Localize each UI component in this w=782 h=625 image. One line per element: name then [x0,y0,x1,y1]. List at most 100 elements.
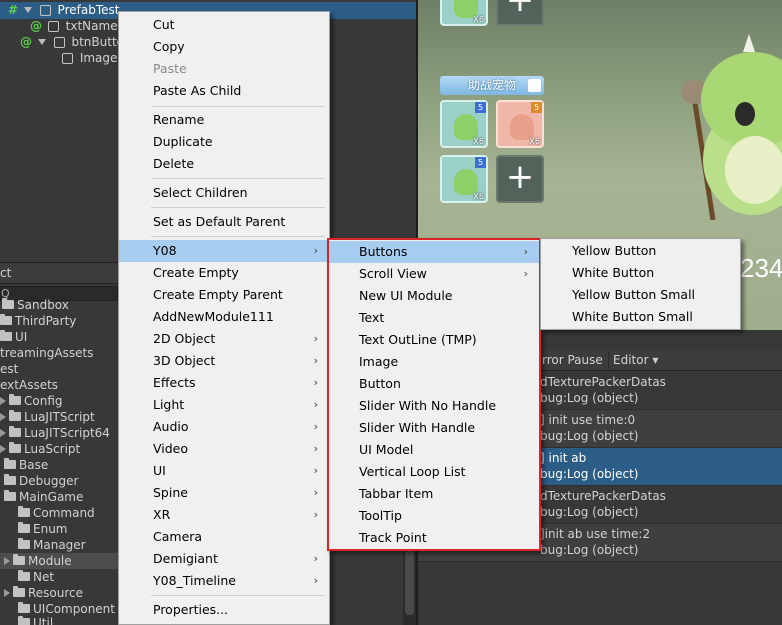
menu-item-camera[interactable]: Camera [119,526,329,548]
project-folder-maingame[interactable]: MainGame [4,489,83,505]
menu-item-addnewmodule111[interactable]: AddNewModule111 [119,306,329,328]
menu-item-set-default-parent[interactable]: Set as Default Parent [119,211,329,233]
menu-item-white-button-small[interactable]: White Button Small [541,306,740,328]
menu-item-ui-model[interactable]: UI Model [329,439,539,461]
project-folder-test[interactable]: est [0,361,18,377]
project-folder-luascript[interactable]: LuaScript [0,441,80,457]
pet-bar-header[interactable]: 助战宠物 [440,76,544,95]
menu-separator [151,106,325,107]
menu-item-button[interactable]: Button [329,373,539,395]
menu-item-new-ui-module[interactable]: New UI Module [329,285,539,307]
expand-arrow-icon[interactable] [4,557,10,565]
menu-item-select-children[interactable]: Select Children [119,182,329,204]
project-folder-manager[interactable]: Manager [18,537,86,553]
menu-item-label: Audio [153,419,189,434]
expand-arrow-icon[interactable] [0,413,6,421]
menu-item-y08[interactable]: Y08 › [119,240,329,262]
pet-slot[interactable]: 5 X6 [440,155,488,203]
pet-slot[interactable]: 5 X6 [496,100,544,148]
folder-icon [18,522,30,533]
folder-label: MainGame [19,490,84,504]
hierarchy-item-image[interactable]: Image [62,50,117,67]
menu-item-create-empty-parent[interactable]: Create Empty Parent [119,284,329,306]
project-folder-streamingassets[interactable]: treamingAssets [0,345,93,361]
menu-item-text-outline-tmp[interactable]: Text OutLine (TMP) [329,329,539,351]
folder-label: Module [28,554,72,568]
menu-item-video[interactable]: Video › [119,438,329,460]
menu-item-2d-object[interactable]: 2D Object › [119,328,329,350]
editor-dropdown[interactable]: Editor ▾ [608,352,662,369]
menu-item-xr[interactable]: XR › [119,504,329,526]
menu-item-duplicate[interactable]: Duplicate [119,131,329,153]
menu-item-label: Video [153,441,189,456]
submenu-arrow-icon: › [313,420,318,433]
expand-arrow-icon[interactable] [0,397,6,405]
error-pause-toggle[interactable]: rror Pause [538,352,607,369]
menu-item-tabbar-item[interactable]: Tabbar Item [329,483,539,505]
add-pet-button[interactable]: + [496,0,544,26]
project-folder-luajitscript64[interactable]: LuaJITScript64 [0,425,110,441]
menu-item-light[interactable]: Light › [119,394,329,416]
project-folder-base[interactable]: Base [4,457,48,473]
project-folder-textassets[interactable]: extAssets [0,377,58,393]
menu-item-text[interactable]: Text [329,307,539,329]
menu-item-yellow-button-small[interactable]: Yellow Button Small [541,284,740,306]
hierarchy-context-menu: Cut Copy Paste Paste As Child Rename Dup… [118,11,330,625]
menu-item-paste-as-child[interactable]: Paste As Child [119,80,329,102]
chevron-down-icon[interactable] [528,79,541,92]
expand-arrow-icon[interactable] [4,589,10,597]
hierarchy-item-btnbutton[interactable]: @ btnButton [20,34,132,51]
hierarchy-item-txtname[interactable]: @ txtName [30,18,118,35]
menu-item-copy[interactable]: Copy [119,36,329,58]
menu-item-delete[interactable]: Delete [119,153,329,175]
menu-item-ui[interactable]: UI › [119,460,329,482]
menu-item-slider-with-handle[interactable]: Slider With Handle [329,417,539,439]
menu-item-yellow-button[interactable]: Yellow Button [541,240,740,262]
menu-item-rename[interactable]: Rename [119,109,329,131]
menu-item-slider-no-handle[interactable]: Slider With No Handle [329,395,539,417]
expand-arrow-icon[interactable] [0,445,6,453]
pet-slot[interactable]: X6 [440,0,488,26]
project-folder-resource[interactable]: Resource [4,585,83,601]
project-folder-module[interactable]: Module [0,553,118,569]
menu-item-tooltip[interactable]: ToolTip [329,505,539,527]
expand-arrow-icon[interactable] [37,39,46,45]
project-folder-debugger[interactable]: Debugger [4,473,78,489]
menu-item-create-empty[interactable]: Create Empty [119,262,329,284]
add-pet-button[interactable]: + [496,155,544,203]
project-tab[interactable]: ct [0,263,118,284]
menu-item-white-button[interactable]: White Button [541,262,740,284]
menu-item-track-point[interactable]: Track Point [329,527,539,549]
submenu-arrow-icon: › [313,508,318,521]
project-folder-luajitscript[interactable]: LuaJITScript [0,409,95,425]
menu-item-vertical-loop-list[interactable]: Vertical Loop List [329,461,539,483]
project-folder-thirdparty[interactable]: ThirdParty [0,313,76,329]
menu-item-cut[interactable]: Cut [119,14,329,36]
expand-arrow-icon[interactable] [0,429,6,437]
folder-icon [18,616,30,625]
menu-item-effects[interactable]: Effects › [119,372,329,394]
menu-item-scroll-view[interactable]: Scroll View › [329,263,539,285]
expand-arrow-icon[interactable] [23,7,32,13]
menu-item-demigiant[interactable]: Demigiant › [119,548,329,570]
project-folder-config[interactable]: Config [0,393,63,409]
menu-item-y08-timeline[interactable]: Y08_Timeline › [119,570,329,592]
project-folder-net[interactable]: Net [18,569,54,585]
menu-item-properties[interactable]: Properties... [119,599,329,621]
menu-item-buttons[interactable]: Buttons › [329,241,539,263]
gameobject-icon [53,37,65,48]
gameobject-icon [47,21,59,32]
menu-item-label: XR [153,507,171,522]
menu-item-image[interactable]: Image [329,351,539,373]
y08-submenu: Buttons › Scroll View › New UI Module Text… [327,238,541,551]
project-folder-sandbox[interactable]: Sandbox [2,297,69,313]
menu-item-spine[interactable]: Spine › [119,482,329,504]
project-folder-ui[interactable]: UI [0,329,27,345]
menu-item-audio[interactable]: Audio › [119,416,329,438]
menu-item-3d-object[interactable]: 3D Object › [119,350,329,372]
folder-icon [4,490,16,501]
project-folder-util[interactable]: Util [18,615,53,625]
pet-slot[interactable]: 5 X6 [440,100,488,148]
project-folder-enum[interactable]: Enum [18,521,67,537]
project-folder-command[interactable]: Command [18,505,95,521]
